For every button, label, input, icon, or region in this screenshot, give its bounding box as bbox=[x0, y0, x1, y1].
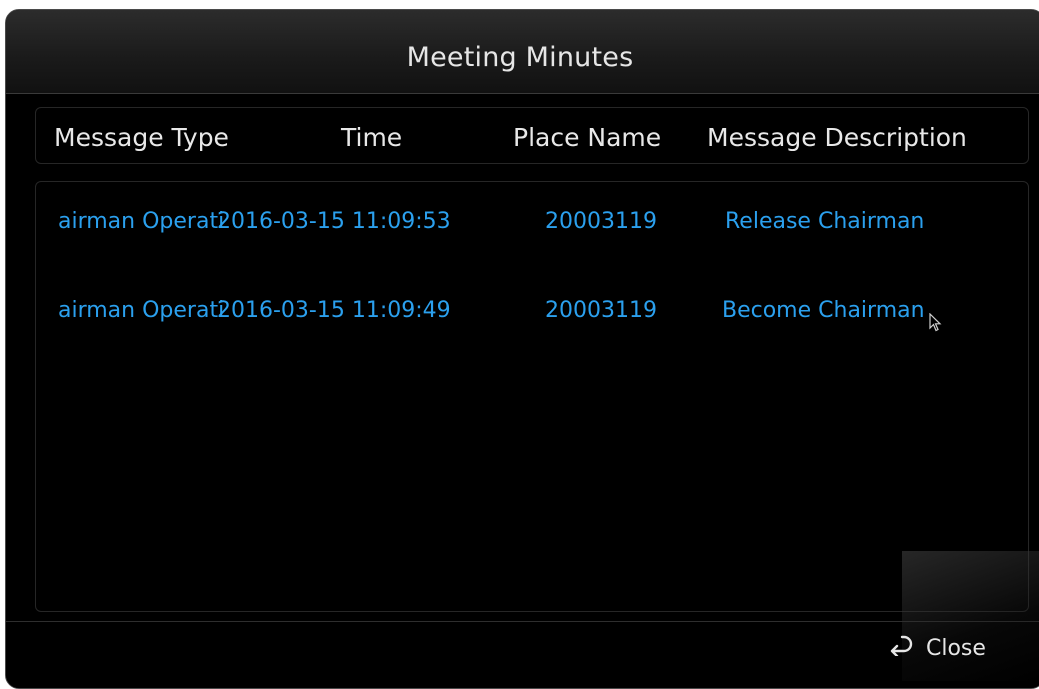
mouse-cursor-icon bbox=[929, 312, 943, 337]
cell-message-type: airman Operati bbox=[58, 298, 225, 323]
cell-message-description: Release Chairman bbox=[725, 209, 925, 234]
dialog-footer bbox=[6, 621, 1039, 688]
dialog-title: Meeting Minutes bbox=[406, 42, 634, 73]
cell-message-description: Become Chairman bbox=[722, 298, 925, 323]
table-row[interactable]: airman Operati 2016-03-15 11:09:49 20003… bbox=[36, 286, 1028, 336]
return-arrow-icon bbox=[888, 634, 926, 662]
meeting-minutes-dialog: Meeting Minutes Message Type Time Place … bbox=[5, 9, 1039, 689]
minutes-list[interactable]: airman Operati 2016-03-15 11:09:53 20003… bbox=[35, 181, 1029, 612]
table-row[interactable]: airman Operati 2016-03-15 11:09:53 20003… bbox=[36, 197, 1028, 247]
cell-message-type: airman Operati bbox=[58, 209, 225, 234]
column-header-place-name: Place Name bbox=[513, 123, 662, 152]
cell-time: 2016-03-15 11:09:49 bbox=[217, 298, 451, 323]
title-bar: Meeting Minutes bbox=[6, 10, 1039, 94]
column-header-time: Time bbox=[341, 123, 403, 152]
column-header-message-description: Message Description bbox=[707, 123, 967, 152]
close-button[interactable]: Close bbox=[888, 628, 1018, 668]
table-header: Message Type Time Place Name Message Des… bbox=[35, 107, 1029, 164]
cell-place-name: 20003119 bbox=[545, 209, 657, 234]
column-header-message-type: Message Type bbox=[54, 123, 229, 152]
cell-place-name: 20003119 bbox=[545, 298, 657, 323]
cell-time: 2016-03-15 11:09:53 bbox=[217, 209, 451, 234]
close-label: Close bbox=[926, 635, 986, 661]
